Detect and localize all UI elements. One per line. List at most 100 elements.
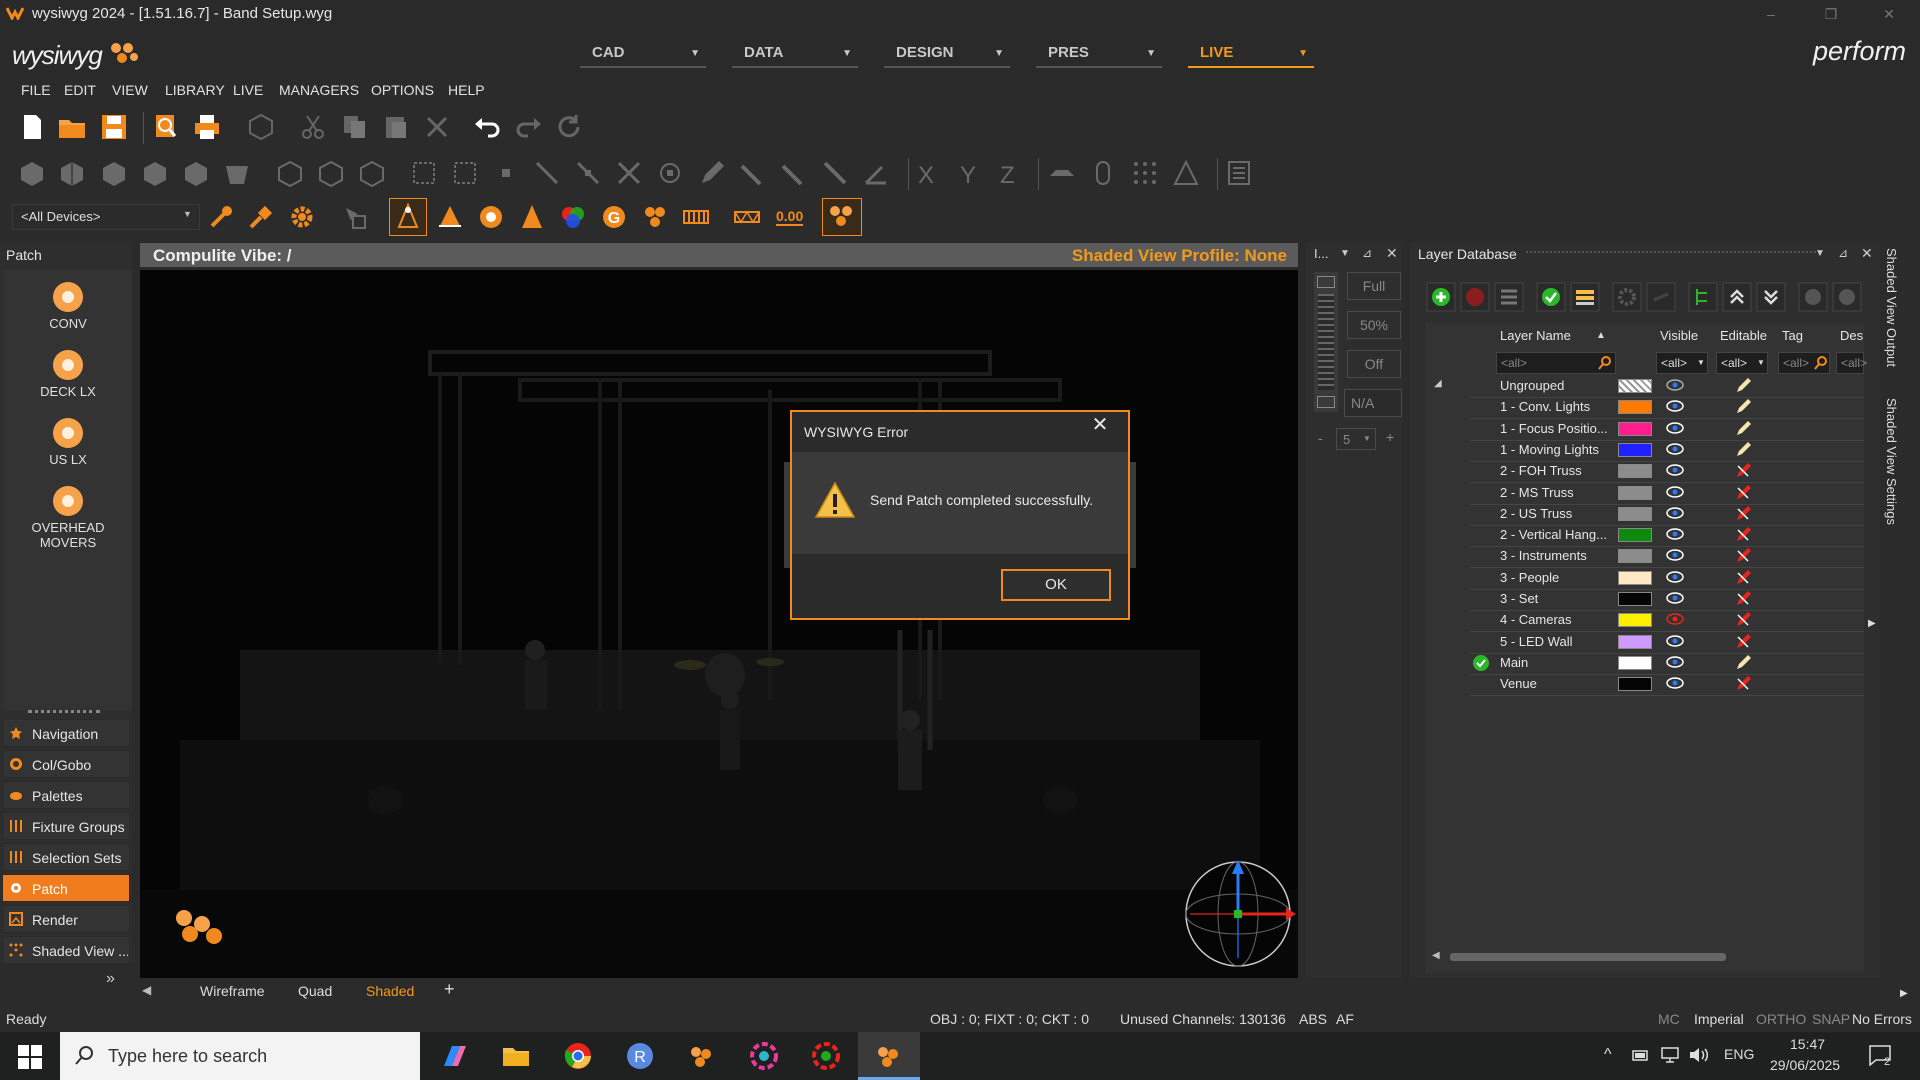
led-bar-icon[interactable] (681, 202, 711, 232)
color-mix-icon[interactable] (558, 202, 588, 232)
editable-pencil-icon[interactable] (1734, 398, 1752, 416)
grid-dots-icon[interactable] (1130, 158, 1160, 188)
save-icon[interactable] (99, 112, 129, 142)
layer-row[interactable]: 3 - Instruments (1470, 546, 1864, 569)
mode-tab-data[interactable]: DATA ▼ (732, 42, 858, 68)
shaded-3d-viewport[interactable] (140, 270, 1298, 978)
editable-pencil-icon[interactable] (1734, 654, 1752, 672)
locked-pencil-icon[interactable] (1734, 569, 1752, 587)
minimize-button[interactable]: – (1748, 2, 1794, 26)
layer-row[interactable]: 1 - Focus Positio... (1470, 419, 1864, 441)
menu-edit[interactable]: EDIT (64, 82, 96, 98)
universe-conv[interactable]: CONV (4, 282, 132, 331)
windows-start-icon[interactable] (18, 1045, 42, 1069)
visible-eye-icon[interactable] (1666, 656, 1684, 668)
r-app-icon[interactable]: R (624, 1040, 656, 1072)
dimension-icon[interactable] (820, 158, 850, 188)
locked-pencil-icon[interactable] (1734, 611, 1752, 629)
pin-icon[interactable]: ⊿ (1838, 246, 1848, 260)
panel-close-icon[interactable]: ✕ (1386, 245, 1398, 262)
tab-quad[interactable]: Quad (298, 983, 332, 999)
box-outline-icon[interactable] (275, 158, 305, 188)
taskbar-date[interactable]: 29/06/2025 (1770, 1057, 1840, 1073)
taskbar-time[interactable]: 15:47 (1790, 1036, 1825, 1052)
panel-resize-handle[interactable] (28, 710, 100, 717)
layer-color-swatch[interactable] (1618, 634, 1652, 649)
layer-color-swatch[interactable] (1618, 655, 1652, 670)
move-up-icon[interactable] (1722, 282, 1752, 312)
menu-library[interactable]: LIBRARY (165, 82, 225, 98)
pencil-icon[interactable] (697, 158, 727, 188)
locked-pencil-icon[interactable] (1734, 484, 1752, 502)
horizontal-scrollbar[interactable]: ◀ (1430, 950, 1862, 964)
editable-pencil-icon[interactable] (1734, 420, 1752, 438)
wysiwyg-taskbar-icon[interactable] (686, 1040, 718, 1072)
intensity-full-button[interactable]: Full (1347, 272, 1401, 300)
nav-shaded-view[interactable]: Shaded View ... (2, 936, 130, 964)
status-af[interactable]: AF (1336, 1011, 1354, 1027)
new-file-icon[interactable] (17, 112, 47, 142)
layer-row[interactable]: 3 - Set (1470, 589, 1864, 611)
expand-more-button[interactable]: » (106, 970, 115, 988)
layer-row[interactable]: Venue (1470, 674, 1864, 697)
visible-eye-icon[interactable] (1666, 379, 1684, 391)
locked-pencil-icon[interactable] (1734, 505, 1752, 523)
visible-eye-icon[interactable] (1666, 570, 1684, 583)
print-preview-icon[interactable] (151, 112, 181, 142)
tray-overflow-icon[interactable]: ^ (1604, 1046, 1612, 1064)
layer-color-swatch[interactable] (1618, 506, 1652, 521)
slider-top-handle[interactable] (1317, 276, 1335, 288)
gobo-g-icon[interactable]: G (599, 202, 629, 232)
layer-row[interactable]: 2 - FOH Truss (1470, 461, 1864, 484)
ruler-icon[interactable] (779, 158, 809, 188)
wysiwyg-taskbar-active[interactable] (858, 1032, 920, 1080)
layer-row[interactable]: Main (1470, 653, 1864, 675)
volume-icon[interactable] (1688, 1046, 1710, 1064)
open-folder-icon[interactable] (57, 112, 87, 142)
collapse-tree-icon[interactable]: ◢ (1434, 378, 1442, 389)
panel-drag-handle[interactable] (1526, 251, 1816, 259)
nav-render[interactable]: Render (2, 905, 130, 933)
column-visible[interactable]: Visible (1660, 328, 1698, 343)
status-ortho[interactable]: ORTHO (1756, 1011, 1806, 1027)
layer-color-swatch[interactable] (1618, 592, 1652, 606)
restore-button[interactable]: ❐ (1808, 2, 1854, 26)
dialog-close-button[interactable]: ✕ (1090, 412, 1110, 437)
value-readout[interactable]: 0.00 (774, 202, 808, 232)
layer-color-swatch[interactable] (1618, 677, 1652, 692)
panel-menu-icon[interactable]: ▼ (1815, 248, 1825, 259)
scrollbar-thumb[interactable] (1450, 953, 1726, 961)
layer-color-swatch[interactable] (1618, 485, 1652, 500)
visible-filter-dropdown[interactable]: <all> ▼ (1656, 352, 1708, 374)
description-filter[interactable]: <all> (1836, 352, 1867, 374)
mouse-icon[interactable] (1088, 158, 1118, 188)
visible-eye-icon[interactable] (1666, 464, 1684, 476)
focus-tool-button[interactable] (389, 198, 427, 236)
locked-pencil-icon[interactable] (1734, 633, 1752, 651)
menu-managers[interactable]: MANAGERS (279, 82, 359, 98)
column-editable[interactable]: Editable (1720, 328, 1767, 343)
select-tool-icon[interactable] (340, 202, 370, 232)
visible-eye-icon[interactable] (1666, 592, 1684, 604)
visible-eye-icon[interactable] (1666, 400, 1684, 413)
ok-button[interactable]: OK (1001, 569, 1111, 601)
stepper-plus[interactable]: + (1386, 429, 1394, 445)
editable-pencil-icon[interactable] (1734, 441, 1752, 459)
snap-grid-icon[interactable] (409, 158, 439, 188)
layer-row[interactable]: 2 - MS Truss (1470, 483, 1864, 505)
axis-z-button[interactable]: Z (1000, 162, 1015, 190)
tab-shaded[interactable]: Shaded (366, 983, 414, 999)
visible-eye-icon[interactable] (1666, 677, 1684, 689)
scroll-right-icon[interactable]: ▶ (1900, 988, 1908, 999)
nav-navigation[interactable]: Navigation (2, 719, 130, 747)
layer-row[interactable]: Ungrouped (1470, 376, 1864, 398)
delete-icon[interactable] (422, 112, 452, 142)
intensity-off-button[interactable]: Off (1347, 350, 1401, 378)
box-front-icon[interactable] (17, 158, 47, 188)
hidden-eye-icon[interactable] (1666, 613, 1684, 626)
panel-close-icon[interactable]: ✕ (1861, 245, 1873, 262)
snap-mid-icon[interactable] (573, 158, 603, 188)
settings-gear-icon[interactable] (287, 202, 317, 232)
layer-color-swatch[interactable] (1618, 528, 1652, 543)
measure-icon[interactable] (738, 158, 768, 188)
